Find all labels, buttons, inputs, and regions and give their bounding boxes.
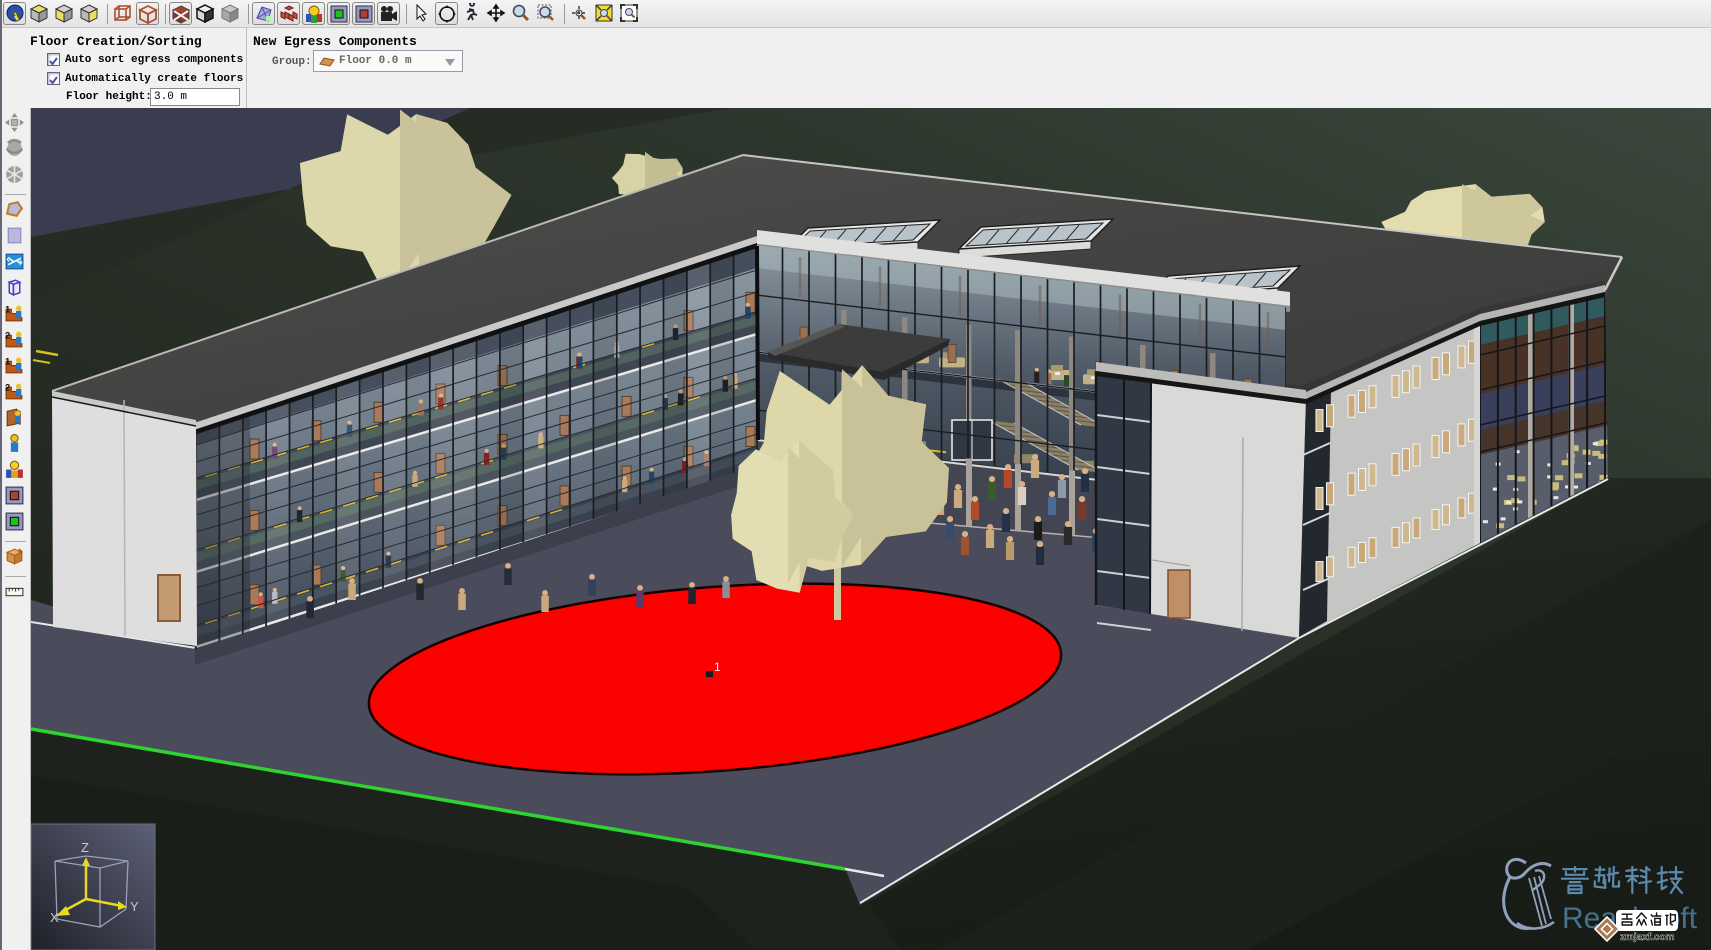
svg-text:X: X [50,910,59,925]
svg-text:zmjaxf.com: zmjaxf.com [1620,932,1675,943]
svg-text:Z: Z [81,840,89,855]
svg-text:2: 2 [5,382,10,393]
svg-text:1: 1 [5,356,10,367]
svg-text:2: 2 [5,330,10,341]
svg-text:1: 1 [5,304,10,315]
svg-text:1: 1 [714,660,721,674]
svg-text:Y: Y [130,899,139,914]
